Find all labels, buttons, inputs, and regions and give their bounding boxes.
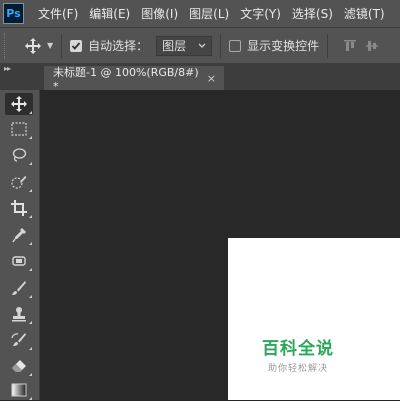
canvas-workspace[interactable]: 百科全说 助你轻松解决 <box>40 90 400 400</box>
menu-file[interactable]: 文件(F) <box>38 5 78 22</box>
eraser-icon <box>12 360 26 372</box>
menu-bar: Ps 文件(F) 编辑(E) 图像(I) 图层(L) 文字(Y) 选择(S) 滤… <box>0 0 400 27</box>
rectangular-marquee-icon <box>11 122 27 136</box>
auto-select-target-value: 图层 <box>162 39 187 53</box>
divider <box>327 33 329 58</box>
show-transform-checkbox[interactable] <box>229 39 242 52</box>
gradient-icon <box>11 383 27 397</box>
document-tab-bar: ▸▸ 未标题-1 @ 100%(RGB/8#) * × <box>0 64 400 93</box>
quick-selection-icon <box>11 176 27 189</box>
menu-filter[interactable]: 滤镜(T) <box>344 5 385 22</box>
divider <box>61 33 63 58</box>
auto-select-label: 自动选择： <box>88 39 149 53</box>
eyedropper-icon <box>12 228 26 243</box>
history-brush-icon <box>11 333 26 346</box>
menu-edit[interactable]: 编辑(E) <box>89 5 130 22</box>
document-tab[interactable]: 未标题-1 @ 100%(RGB/8#) * × <box>44 65 224 93</box>
history-brush-tool[interactable] <box>5 329 33 351</box>
brush-icon <box>12 281 26 295</box>
tools-panel <box>0 90 40 400</box>
clone-stamp-tool[interactable] <box>5 303 33 325</box>
lasso-icon <box>12 148 27 162</box>
brush-tool[interactable] <box>5 277 33 299</box>
chevron-down-icon[interactable]: ▼ <box>47 41 53 50</box>
watermark-title: 百科全说 <box>262 339 334 359</box>
options-bar-grip[interactable] <box>4 32 13 59</box>
photoshop-logo[interactable]: Ps <box>3 3 24 24</box>
watermark: 百科全说 助你轻松解决 <box>228 334 368 374</box>
eyedropper-tool[interactable] <box>5 224 33 246</box>
menu-type[interactable]: 文字(Y) <box>240 5 281 22</box>
healing-brush-tool[interactable] <box>5 250 33 272</box>
collapse-panel-icon[interactable]: ▸▸ <box>4 64 11 73</box>
menu-select[interactable]: 选择(S) <box>292 5 333 22</box>
auto-select-checkbox[interactable] <box>70 39 83 52</box>
marquee-tool[interactable] <box>5 118 33 140</box>
bandage-icon <box>12 256 26 266</box>
stamp-icon <box>12 307 26 322</box>
options-bar: ▼ 自动选择： 图层 显示变换控件 <box>0 27 400 64</box>
align-vertical-centers-icon[interactable] <box>364 38 380 54</box>
watermark-subtitle: 助你轻松解决 <box>267 364 328 374</box>
align-top-edges-icon[interactable] <box>342 38 358 54</box>
menu-layer[interactable]: 图层(L) <box>189 5 229 22</box>
divider <box>220 33 222 58</box>
menu-image[interactable]: 图像(I) <box>141 5 178 22</box>
move-tool[interactable] <box>5 93 33 115</box>
chevron-down-icon <box>198 43 206 48</box>
lasso-tool[interactable] <box>5 144 33 166</box>
crop-icon <box>11 200 27 216</box>
document-tab-title: 未标题-1 @ 100%(RGB/8#) * <box>53 65 199 93</box>
document-canvas[interactable]: 百科全说 助你轻松解决 <box>228 238 400 400</box>
gradient-tool[interactable] <box>5 379 33 401</box>
move-tool-preset-icon[interactable] <box>23 36 43 56</box>
show-transform-label: 显示变换控件 <box>247 39 320 53</box>
auto-select-target-dropdown[interactable]: 图层 <box>156 35 213 56</box>
close-icon[interactable]: × <box>207 72 216 85</box>
quick-selection-tool[interactable] <box>5 171 33 193</box>
move-icon <box>11 96 27 112</box>
eraser-tool[interactable] <box>5 355 33 377</box>
crop-tool[interactable] <box>5 197 33 219</box>
